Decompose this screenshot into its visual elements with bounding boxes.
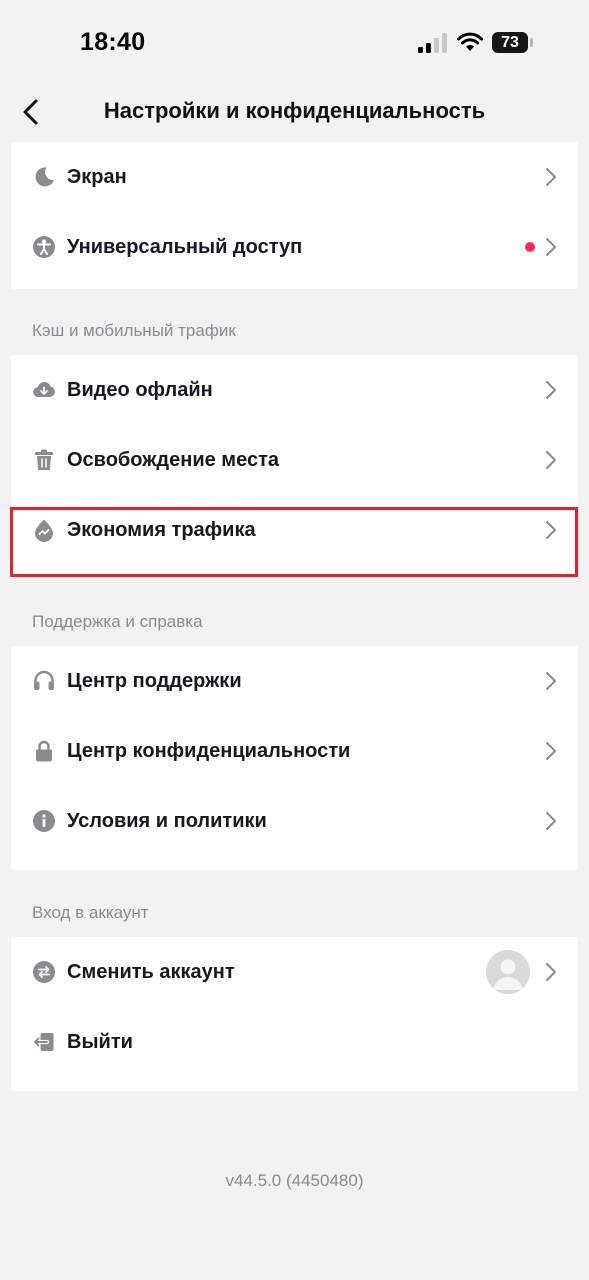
info-icon [33,810,55,832]
wifi-icon [457,32,483,51]
lock-icon [36,740,52,762]
chevron-right-icon [546,238,556,256]
status-bar: 18:40 73 [0,0,589,80]
chevron-right-icon [546,521,556,539]
settings-item-label: Освобождение места [67,449,279,471]
logout-icon [32,1033,54,1051]
section-title-account: Вход в аккаунт [32,903,149,922]
chevron-right-icon [546,963,556,981]
settings-item-screen[interactable]: Экран [11,142,578,212]
avatar [486,950,530,994]
app-version: v44.5.0 (4450480) [225,1171,364,1190]
settings-item-label: Центр поддержки [67,670,242,692]
account-settings-card: Сменить аккаунт Выйти [11,937,578,1091]
settings-item-logout[interactable]: Выйти [11,1007,578,1077]
chevron-right-icon [546,451,556,469]
chevron-right-icon [546,812,556,830]
battery-indicator: 73 [492,32,528,53]
support-settings-card: Центр поддержки Центр конфиденциальности… [11,646,578,870]
default-avatar-icon [494,959,522,990]
settings-item-accessibility[interactable]: Универсальный доступ [11,212,578,282]
settings-item-label: Условия и политики [67,810,267,832]
settings-item-label: Выйти [67,1031,133,1053]
headset-icon [34,670,54,690]
settings-item-label: Центр конфиденциальности [67,740,351,762]
switch-account-icon [33,961,55,983]
page-title: Настройки и конфиденциальность [103,98,486,123]
section-title-cache: Кэш и мобильный трафик [32,321,236,340]
settings-item-label: Экономия трафика [67,519,256,541]
accessibility-icon [33,236,55,258]
settings-item-help-center[interactable]: Центр поддержки [11,646,578,716]
status-time: 18:40 [80,28,146,56]
settings-item-free-space[interactable]: Освобождение места [11,425,578,495]
settings-item-label: Экран [67,166,127,188]
chevron-right-icon [546,672,556,690]
settings-item-data-saver[interactable]: Экономия трафика [11,495,578,565]
settings-item-switch-account[interactable]: Сменить аккаунт [11,937,578,1007]
settings-item-label: Видео офлайн [67,379,213,401]
cloud-download-icon [33,382,55,398]
chevron-right-icon [546,381,556,399]
moon-icon [35,167,54,187]
trash-icon [35,449,53,470]
cellular-signal-icon [418,33,447,53]
settings-item-terms-policies[interactable]: Условия и политики [11,786,578,856]
chevron-right-icon [546,168,556,186]
settings-item-privacy-center[interactable]: Центр конфиденциальности [11,716,578,786]
battery-tip [530,38,533,47]
settings-item-offline-video[interactable]: Видео офлайн [11,355,578,425]
chevron-right-icon [546,742,556,760]
display-settings-card: Экран Универсальный доступ [11,142,578,289]
cache-settings-card: Видео офлайн Освобождение места Экономия… [11,355,578,577]
settings-item-label: Универсальный доступ [67,236,303,258]
section-title-support: Поддержка и справка [32,612,203,631]
settings-item-label: Сменить аккаунт [67,961,235,983]
data-saver-icon [35,519,53,542]
notification-dot [525,242,535,252]
header: Настройки и конфиденциальность [0,80,589,142]
